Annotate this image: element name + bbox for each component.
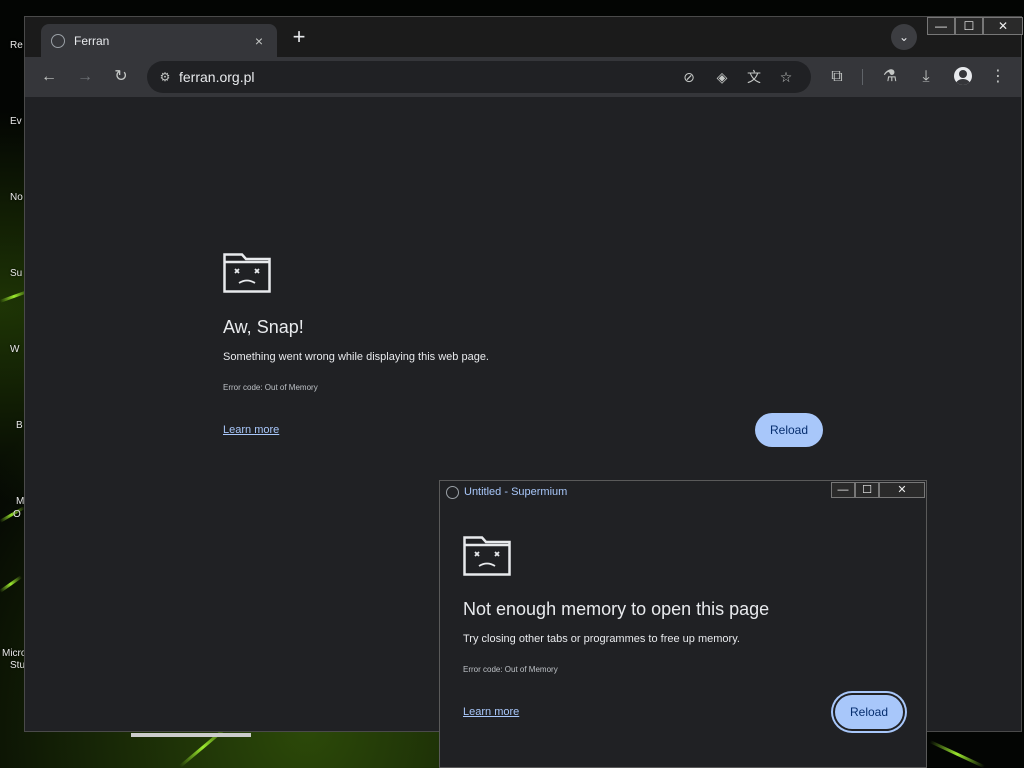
popup-titlebar[interactable]: Untitled - Supermium — ☐ ✕ [440, 481, 926, 503]
bookmark-star-icon[interactable]: ☆ [776, 67, 796, 87]
toolbar: ← → ↻ ⚙ ferran.org.pl ⊘ ◈ 文 ☆ ⧉ ⚗ ⤓ ⋮ [25, 57, 1021, 97]
close-window-button[interactable]: ✕ [879, 482, 925, 498]
sad-folder-icon [463, 536, 511, 576]
desktop-icon-label[interactable]: No [10, 192, 23, 203]
wallpaper-streak [0, 575, 23, 593]
labs-icon[interactable]: ⚗ [878, 65, 902, 89]
reload-button[interactable]: Reload [835, 695, 903, 729]
desktop-icon-label[interactable]: Re [10, 40, 23, 51]
minimize-button[interactable]: — [927, 17, 955, 35]
wallpaper-streak [929, 740, 986, 768]
translate-icon[interactable]: 文 [744, 67, 764, 87]
globe-icon [51, 33, 65, 48]
error-code: Error code: Out of Memory [223, 383, 318, 392]
download-icon[interactable]: ⤓ [914, 65, 938, 89]
menu-icon[interactable]: ⋮ [986, 65, 1010, 89]
tab-strip: Ferran × + ⌄ — ☐ ✕ [25, 17, 1023, 57]
desktop-icon-label[interactable]: Su [10, 268, 22, 279]
desktop-icon-label[interactable]: W [10, 344, 19, 355]
error-code: Error code: Out of Memory [463, 665, 558, 674]
error-message: Something went wrong while displaying th… [223, 351, 489, 363]
error-title: Not enough memory to open this page [463, 599, 770, 619]
error-message: Try closing other tabs or programmes to … [463, 633, 740, 645]
back-button[interactable]: ← [37, 65, 61, 89]
tab-title: Ferran [74, 33, 110, 48]
minimize-button[interactable]: — [831, 482, 855, 498]
desktop-icon-label[interactable]: Stu [10, 660, 25, 671]
toolbar-divider [862, 69, 863, 85]
reload-button[interactable]: ↻ [109, 65, 133, 89]
lens-icon[interactable]: ◈ [712, 67, 732, 87]
popup-window: Untitled - Supermium — ☐ ✕ Not enough me… [439, 480, 927, 768]
camera-off-icon[interactable]: ⊘ [679, 67, 699, 87]
maximize-button[interactable]: ☐ [855, 482, 879, 498]
url-text[interactable]: ferran.org.pl [179, 69, 254, 85]
popup-title: Untitled - Supermium [464, 486, 568, 498]
profile-avatar[interactable] [954, 67, 972, 85]
site-info-icon[interactable]: ⚙ [155, 67, 175, 87]
learn-more-link[interactable]: Learn more [223, 424, 279, 436]
forward-button[interactable]: → [73, 65, 97, 89]
tab-ferran[interactable]: Ferran × [41, 24, 277, 57]
sad-folder-icon [223, 253, 271, 293]
scrollbar[interactable] [131, 733, 251, 737]
desktop-icon-label[interactable]: Micro [2, 648, 26, 659]
extensions-icon[interactable]: ⧉ [825, 65, 849, 89]
address-bar[interactable]: ⚙ ferran.org.pl ⊘ ◈ 文 ☆ [147, 61, 811, 93]
reload-button[interactable]: Reload [755, 413, 823, 447]
close-window-button[interactable]: ✕ [983, 17, 1023, 35]
desktop-icon-label[interactable]: O [13, 509, 21, 520]
error-title: Aw, Snap! [223, 317, 304, 337]
tab-search-button[interactable]: ⌄ [891, 24, 917, 50]
desktop-icon-label[interactable]: B [16, 420, 23, 431]
maximize-button[interactable]: ☐ [955, 17, 983, 35]
desktop-icon-label[interactable]: Ev [10, 116, 22, 127]
new-tab-button[interactable]: + [287, 26, 311, 50]
close-icon[interactable]: × [251, 33, 267, 49]
learn-more-link[interactable]: Learn more [463, 706, 519, 718]
globe-icon [446, 486, 459, 499]
